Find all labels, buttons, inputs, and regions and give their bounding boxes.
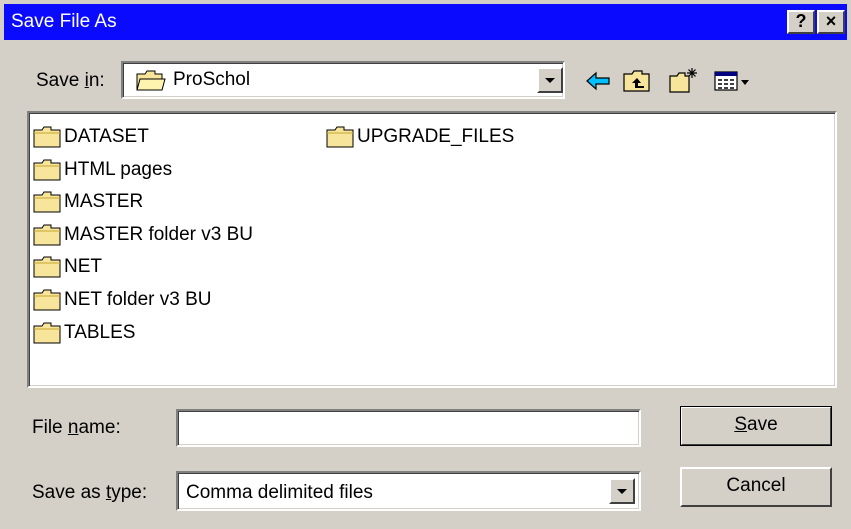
save-in-label: Save in:: [36, 70, 105, 91]
folder-icon: [326, 126, 354, 148]
folder-icon: [33, 256, 61, 278]
folder-item-label: NET folder v3 BU: [64, 289, 212, 310]
folder-item[interactable]: MASTER folder v3 BU: [33, 221, 253, 249]
folder-item-label: HTML pages: [64, 158, 173, 180]
title-bar: Save File As ? ×: [4, 4, 847, 40]
back-icon[interactable]: [583, 66, 613, 96]
folder-open-icon: [136, 70, 166, 91]
folder-item[interactable]: DATASET: [33, 123, 149, 151]
folder-item[interactable]: NET: [33, 253, 102, 281]
save-file-as-dialog: Save File As ? × Save in: ProSchol DATAS…: [0, 0, 851, 529]
folder-item[interactable]: NET folder v3 BU: [33, 286, 211, 314]
view-menu-icon[interactable]: [713, 66, 753, 96]
folder-item-label: DATASET: [64, 126, 149, 147]
folder-item[interactable]: UPGRADE_FILES: [326, 123, 514, 151]
folder-item-label: TABLES: [64, 321, 136, 343]
file-name-label: File name:: [32, 417, 121, 438]
folder-icon: [33, 322, 61, 344]
folder-item-label: UPGRADE_FILES: [357, 126, 515, 147]
save-in-dropdown-button[interactable]: [537, 67, 563, 93]
save-as-type-dropdown[interactable]: Comma delimited files: [176, 471, 641, 511]
help-button[interactable]: ?: [787, 10, 815, 34]
folder-item[interactable]: MASTER: [33, 188, 143, 216]
folder-icon: [33, 191, 61, 213]
folder-icon: [33, 289, 61, 311]
folder-item-label: MASTER: [64, 191, 144, 213]
save-as-type-value: Comma delimited files: [186, 482, 373, 503]
folder-item-label: NET: [64, 256, 102, 278]
save-as-type-label: Save as type:: [32, 482, 148, 503]
file-name-input[interactable]: [176, 409, 641, 447]
folder-icon: [33, 159, 61, 181]
folder-icon: [33, 224, 61, 246]
folder-item-label: MASTER folder v3 BU: [64, 223, 253, 245]
cancel-button[interactable]: Cancel: [680, 467, 832, 507]
folder-item[interactable]: HTML pages: [33, 156, 172, 184]
close-button[interactable]: ×: [817, 10, 845, 34]
up-one-level-icon[interactable]: [622, 66, 652, 96]
save-as-type-dropdown-button[interactable]: [609, 478, 635, 504]
folder-item[interactable]: TABLES: [33, 319, 135, 347]
save-button[interactable]: Save: [680, 406, 832, 446]
file-list[interactable]: DATASET HTML pages MASTER MASTER folder v3 …: [27, 111, 837, 388]
save-in-dropdown[interactable]: ProSchol: [121, 61, 565, 99]
dialog-title: Save File As: [11, 11, 117, 32]
new-folder-icon[interactable]: [668, 66, 698, 96]
current-folder-name: ProSchol: [173, 69, 251, 90]
folder-icon: [33, 126, 61, 148]
